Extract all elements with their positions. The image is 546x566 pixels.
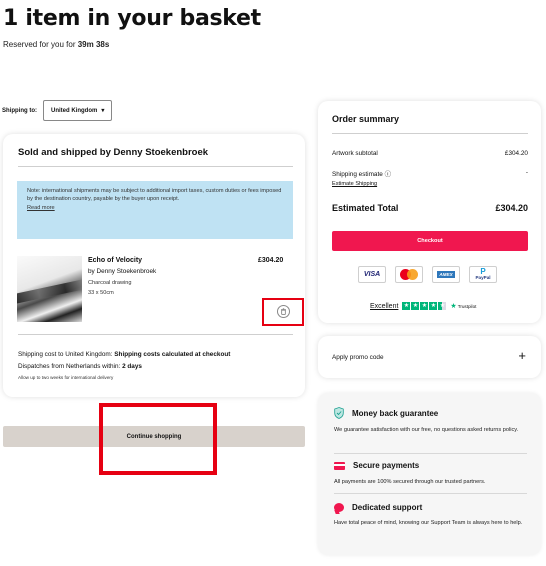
shield-check-icon <box>334 407 344 419</box>
divider <box>332 133 528 134</box>
promo-label: Apply promo code <box>332 354 384 361</box>
divider <box>18 334 293 335</box>
country-value: United Kingdom <box>51 107 98 114</box>
credit-card-icon <box>334 461 345 470</box>
benefit-heading: Money back guarantee <box>334 407 438 419</box>
reservation-countdown: 39m 38s <box>77 40 110 49</box>
order-summary-card: Order summary Artwork subtotal £304.20 S… <box>318 101 541 323</box>
paypal-icon: P PayPal <box>469 266 497 283</box>
benefit-text: Have total peace of mind, knowing our Su… <box>334 520 523 526</box>
chevron-down-icon: ▾ <box>101 108 105 114</box>
artwork-price: £304.20 <box>258 257 284 264</box>
shipping-destination: Shipping to: United Kingdom ▾ <box>2 100 113 121</box>
artwork-artist: by Denny Stoekenbroek <box>88 268 157 275</box>
divider <box>334 453 527 454</box>
chat-bubble-icon <box>334 503 344 512</box>
star-icon: ★ <box>411 302 420 310</box>
import-tax-notice: Note: international shipments may be sub… <box>17 181 293 239</box>
artwork-thumbnail[interactable] <box>17 256 82 322</box>
dispatch-line: Dispatches from Netherlands within: 2 da… <box>18 363 142 370</box>
divider <box>18 166 293 167</box>
star-icon: ★ <box>420 302 429 310</box>
benefit-text: All payments are 100% secured through ou… <box>334 479 486 485</box>
page-title: 1 item in your basket <box>3 6 261 31</box>
benefits-card: Money back guarantee We guarantee satisf… <box>318 393 541 555</box>
benefit-heading: Secure payments <box>334 461 419 470</box>
seller-title: Sold and shipped by Denny Stoekenbroek <box>18 147 209 158</box>
star-half-icon: ★ <box>438 302 447 310</box>
info-icon[interactable]: ⓘ <box>385 171 391 178</box>
highlight-box-remove <box>262 298 304 326</box>
artwork-name[interactable]: Echo of Velocity <box>88 257 142 264</box>
artwork-medium: Charcoal drawing <box>88 280 132 286</box>
shipping-estimate-row: Shipping estimate ⓘ - <box>332 169 528 178</box>
read-more-link[interactable]: Read more <box>27 204 283 212</box>
payment-methods: VISA AMEX P PayPal <box>358 266 497 283</box>
mastercard-icon <box>395 266 423 283</box>
notice-text: Note: international shipments may be sub… <box>27 188 282 203</box>
visa-icon: VISA <box>358 266 386 283</box>
plus-icon: + <box>518 348 526 363</box>
trust-label: Excellent <box>370 302 399 310</box>
total-row: Estimated Total £304.20 <box>332 203 528 213</box>
order-summary-title: Order summary <box>332 114 400 124</box>
benefit-text: We guarantee satisfaction with our free,… <box>334 427 519 433</box>
delivery-note: Allow up to two weeks for international … <box>18 375 114 380</box>
shipping-cost-line: Shipping cost to United Kingdom: Shippin… <box>18 351 231 358</box>
star-icon: ★ <box>402 302 411 310</box>
star-icon: ★ <box>429 302 438 310</box>
subtotal-row: Artwork subtotal £304.20 <box>332 150 528 157</box>
divider <box>334 493 527 494</box>
reservation-timer: Reserved for you for 39m 38s <box>3 40 110 49</box>
trustpilot-rating[interactable]: Excellent ★ ★ ★ ★ ★ ★ Trustpilot <box>370 302 476 310</box>
rating-stars: ★ ★ ★ ★ ★ <box>402 302 447 310</box>
promo-code-toggle[interactable]: Apply promo code + <box>318 336 541 378</box>
seller-card: Sold and shipped by Denny Stoekenbroek N… <box>3 134 305 397</box>
trustpilot-logo: ★ Trustpilot <box>450 303 477 310</box>
highlight-box-continue <box>99 403 217 475</box>
artwork-size: 33 x 50cm <box>88 290 114 296</box>
amex-icon: AMEX <box>432 266 460 283</box>
benefit-heading: Dedicated support <box>334 503 422 512</box>
country-select[interactable]: United Kingdom ▾ <box>43 100 113 121</box>
estimate-shipping-link[interactable]: Estimate Shipping <box>332 181 377 187</box>
shipping-label: Shipping to: <box>2 107 37 114</box>
checkout-button[interactable]: Checkout <box>332 231 528 251</box>
